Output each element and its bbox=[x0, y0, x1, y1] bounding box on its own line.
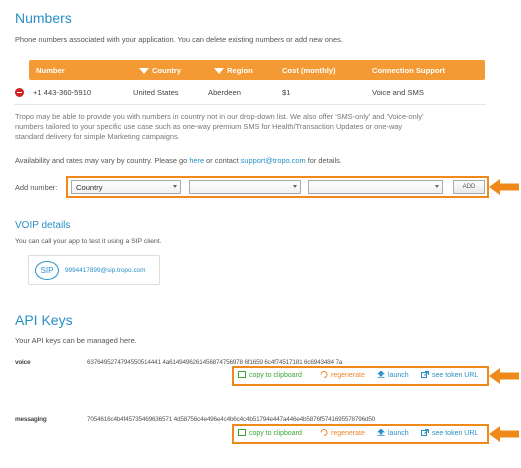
messaging-copy-label: copy to clipboard bbox=[249, 430, 302, 437]
messaging-token-button[interactable]: see token URL bbox=[421, 429, 478, 437]
add-number-button[interactable]: ADD bbox=[453, 180, 485, 194]
external-link-icon bbox=[421, 371, 429, 378]
add-number-label: Add number: bbox=[15, 183, 58, 192]
refresh-icon bbox=[320, 429, 328, 436]
messaging-regenerate-button[interactable]: regenerate bbox=[320, 429, 365, 437]
messaging-key-name: messaging bbox=[15, 416, 47, 423]
sip-card: SIP 9994417899@sip.tropo.com bbox=[28, 255, 160, 285]
arrow-left-icon bbox=[489, 368, 519, 384]
col-cost: Cost (monthly) bbox=[282, 66, 336, 75]
numbers-info-line2: numbers tailored to your specific use ca… bbox=[15, 122, 403, 131]
api-keys-description: Your API keys can be managed here. bbox=[15, 336, 137, 345]
col-number[interactable]: Number bbox=[36, 66, 65, 75]
upload-icon bbox=[377, 371, 385, 378]
voip-heading: VOIP details bbox=[15, 220, 71, 231]
numbers-description: Phone numbers associated with your appli… bbox=[15, 35, 343, 44]
voip-description: You can call your app to test it using a… bbox=[15, 238, 162, 245]
voice-launch-button[interactable]: launch bbox=[377, 371, 409, 379]
clipboard-icon bbox=[238, 371, 246, 378]
external-link-icon bbox=[421, 429, 429, 436]
support-email-link[interactable]: support@tropo.com bbox=[241, 156, 306, 165]
row-region: Aberdeen bbox=[208, 88, 241, 97]
numbers-table-header: Number Country Region Cost (monthly) Con… bbox=[29, 60, 485, 80]
numbers-info-line3: standard delivery for simple Marketing c… bbox=[15, 132, 180, 141]
voice-token-button[interactable]: see token URL bbox=[421, 371, 478, 379]
messaging-key-value: 7054616c4b4f45735469636571 4d58756c4e496… bbox=[87, 416, 376, 423]
arrow-left-icon bbox=[489, 426, 519, 442]
voice-launch-label: launch bbox=[388, 372, 409, 379]
row-number: +1 443-360-5910 bbox=[33, 88, 92, 97]
voice-copy-label: copy to clipboard bbox=[249, 372, 302, 379]
chevron-down-icon bbox=[293, 185, 297, 188]
upload-icon bbox=[377, 429, 385, 436]
row-support: Voice and SMS bbox=[372, 88, 424, 97]
country-select-value: Country bbox=[76, 183, 103, 192]
messaging-copy-button[interactable]: copy to clipboard bbox=[238, 429, 302, 437]
col-region[interactable]: Region bbox=[214, 66, 253, 75]
messaging-token-label: see token URL bbox=[432, 430, 479, 437]
messaging-launch-label: launch bbox=[388, 430, 409, 437]
chevron-down-icon bbox=[173, 185, 177, 188]
messaging-regenerate-label: regenerate bbox=[331, 430, 365, 437]
api-keys-heading: API Keys bbox=[15, 312, 73, 328]
availability-prefix: Availability and rates may vary by count… bbox=[15, 156, 190, 165]
availability-text: Availability and rates may vary by count… bbox=[15, 156, 342, 165]
row-cost: $1 bbox=[282, 88, 291, 97]
numbers-info-line1: Tropo may be able to provide you with nu… bbox=[15, 112, 424, 121]
row-country: United States bbox=[133, 88, 179, 97]
sip-icon: SIP bbox=[35, 261, 59, 280]
sort-down-icon bbox=[214, 68, 224, 74]
col-region-label: Region bbox=[227, 66, 253, 75]
voice-token-label: see token URL bbox=[432, 372, 479, 379]
voice-regenerate-label: regenerate bbox=[331, 372, 365, 379]
voice-copy-button[interactable]: copy to clipboard bbox=[238, 371, 302, 379]
country-select[interactable]: Country bbox=[71, 180, 181, 194]
refresh-icon bbox=[320, 371, 328, 378]
availability-suffix: for details. bbox=[305, 156, 342, 165]
here-link[interactable]: here bbox=[189, 156, 204, 165]
col-country[interactable]: Country bbox=[139, 66, 181, 75]
sort-down-icon bbox=[139, 68, 149, 74]
arrow-left-icon bbox=[489, 179, 519, 195]
delete-icon[interactable] bbox=[15, 88, 24, 97]
chevron-down-icon bbox=[435, 185, 439, 188]
sip-address-link[interactable]: 9994417899@sip.tropo.com bbox=[65, 267, 145, 274]
col-support: Connection Support bbox=[372, 66, 445, 75]
clipboard-icon bbox=[238, 429, 246, 436]
city-select[interactable] bbox=[308, 180, 443, 194]
row-divider bbox=[14, 104, 486, 105]
messaging-launch-button[interactable]: launch bbox=[377, 429, 409, 437]
voice-key-value: 6376495274794550514441 4a614949626145687… bbox=[87, 359, 343, 366]
availability-mid: or contact bbox=[204, 156, 241, 165]
voice-key-name: voice bbox=[15, 359, 31, 366]
numbers-heading: Numbers bbox=[15, 10, 72, 26]
col-country-label: Country bbox=[152, 66, 182, 75]
region-select[interactable] bbox=[189, 180, 301, 194]
voice-regenerate-button[interactable]: regenerate bbox=[320, 371, 365, 379]
